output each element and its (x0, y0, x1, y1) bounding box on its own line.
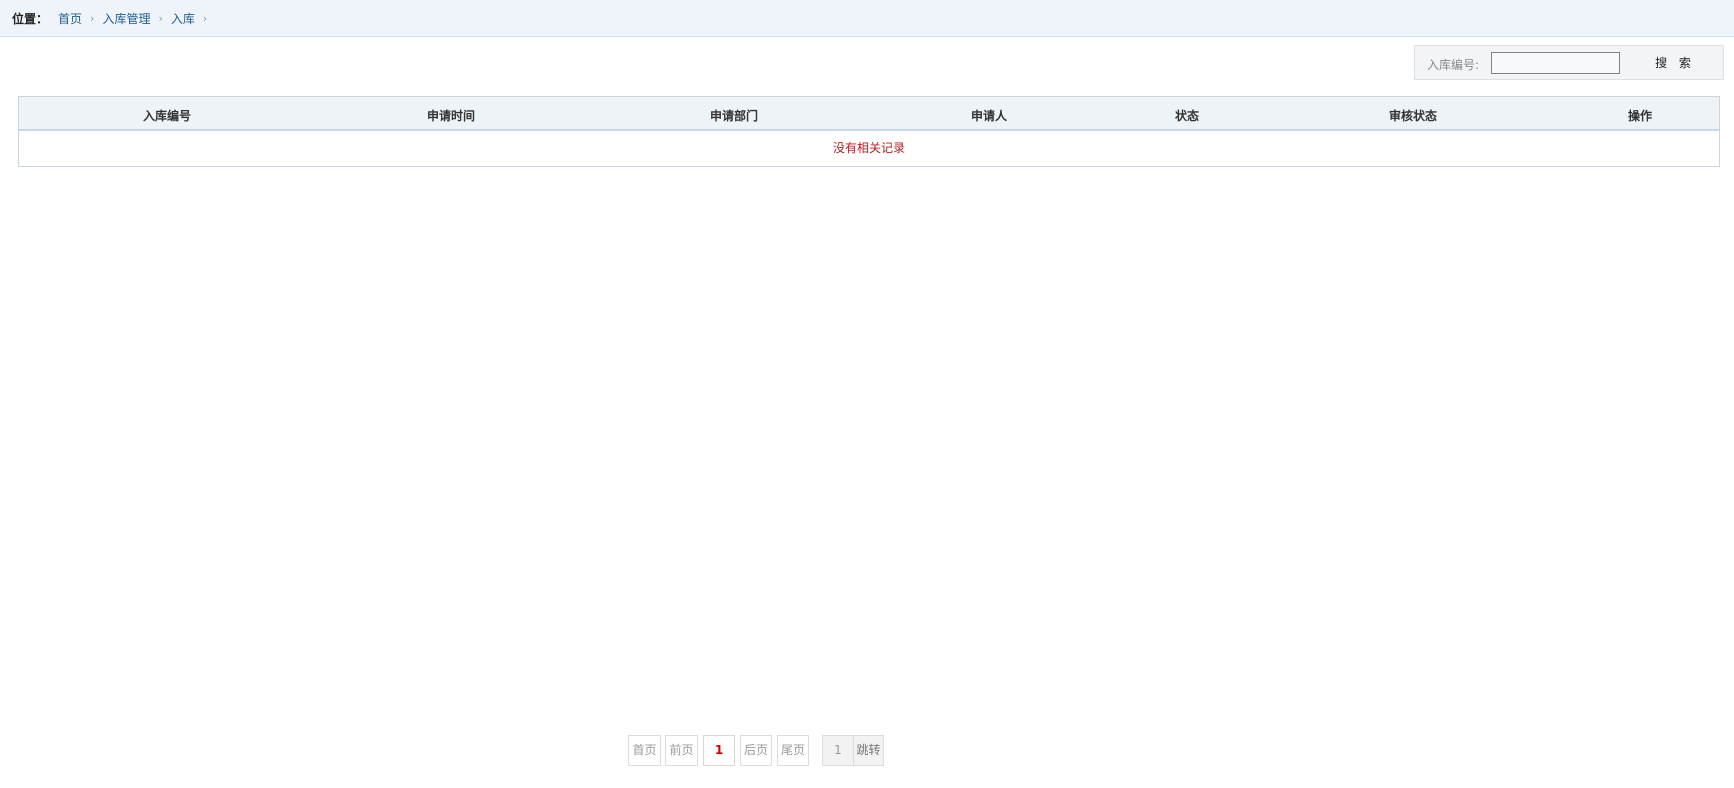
current-page-number[interactable]: 1 (703, 735, 735, 766)
column-header-review-status[interactable]: 审核状态 (1389, 107, 1437, 124)
empty-state-message: 没有相关记录 (832, 141, 905, 155)
next-page-button[interactable]: 后页 (740, 735, 772, 766)
search-label: 入库编号: (1427, 58, 1480, 72)
search-button[interactable]: 搜 索 (1651, 54, 1699, 74)
stock-in-number-input[interactable] (1491, 52, 1620, 74)
search-panel: 入库编号: 搜 索 (1414, 45, 1724, 80)
last-page-button[interactable]: 尾页 (777, 735, 809, 766)
column-header-stock-in-number[interactable]: 入库编号 (143, 107, 191, 124)
chevron-right-icon: › (90, 12, 95, 25)
breadcrumb-stock-in-management[interactable]: 入库管理 (102, 10, 150, 27)
jump-page-input[interactable]: 1 (822, 735, 854, 766)
table-header: 入库编号 申请时间 申请部门 申请人 状态 审核状态 操作 (19, 97, 1719, 131)
column-header-apply-department[interactable]: 申请部门 (710, 107, 758, 124)
chevron-right-icon: › (202, 12, 208, 25)
first-page-button[interactable]: 首页 (628, 735, 661, 766)
column-header-actions: 操作 (1627, 109, 1653, 123)
breadcrumb-bar: 位置： 首页 › 入库管理 › 入库 › (0, 0, 1734, 37)
jump-button[interactable]: 跳转 (853, 735, 884, 766)
stock-in-table: 入库编号 申请时间 申请部门 申请人 状态 审核状态 操作 没有相关记录 (18, 96, 1720, 167)
breadcrumb-stock-in[interactable]: 入库 (171, 10, 195, 27)
pagination: 首页 前页 1 后页 尾页 1 跳转 (0, 735, 1734, 766)
breadcrumb: 位置： 首页 › 入库管理 › 入库 › (12, 10, 215, 27)
chevron-right-icon: › (158, 12, 163, 25)
prev-page-button[interactable]: 前页 (665, 735, 698, 766)
column-header-applicant[interactable]: 申请人 (971, 107, 1007, 124)
breadcrumb-home[interactable]: 首页 (58, 10, 82, 27)
column-header-apply-time[interactable]: 申请时间 (427, 107, 475, 124)
column-header-status[interactable]: 状态 (1175, 107, 1199, 124)
breadcrumb-label: 位置： (12, 12, 49, 26)
